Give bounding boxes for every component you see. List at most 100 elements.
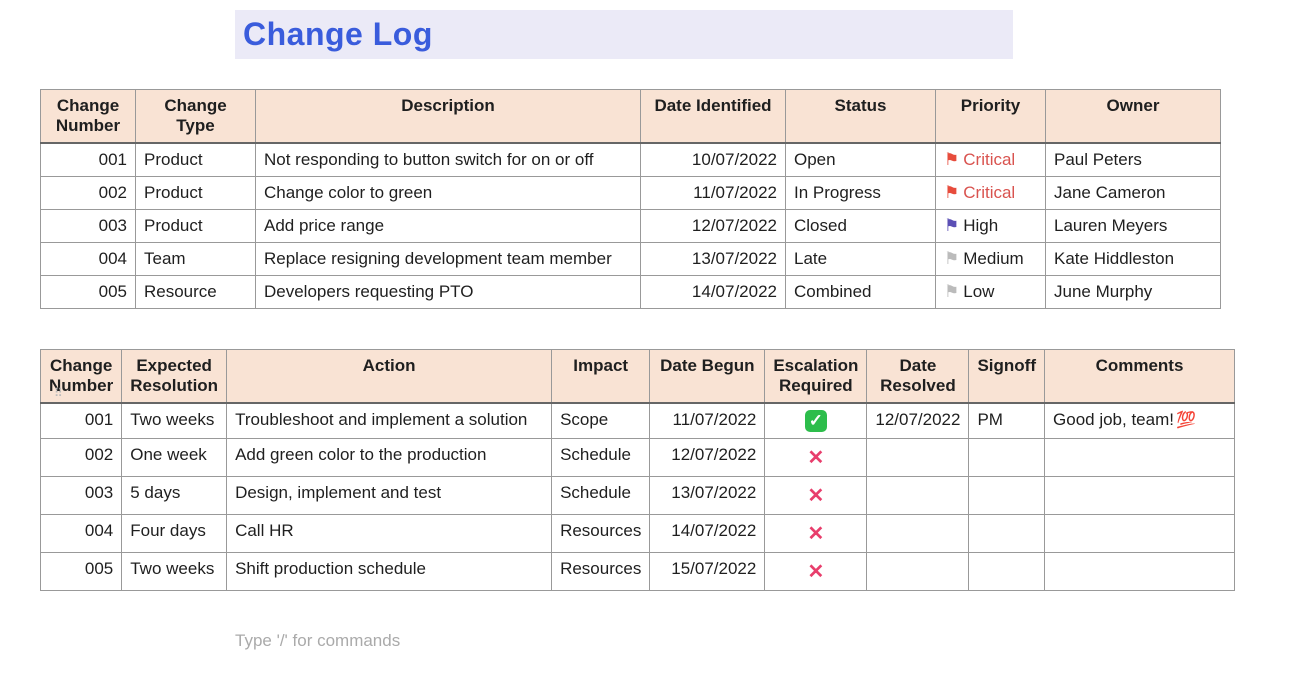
cell-date-begun: 12/07/2022 bbox=[650, 439, 765, 477]
change-log-table-2: Change Number Expected Resolution Action… bbox=[40, 349, 1235, 591]
cell-change-type: Resource bbox=[136, 276, 256, 309]
cell-escalation: ✕ bbox=[765, 553, 867, 591]
cell-change-number: 003 bbox=[41, 210, 136, 243]
cell-escalation: ✓ bbox=[765, 403, 867, 439]
cell-change-number: 004 bbox=[41, 515, 122, 553]
cell-signoff bbox=[969, 553, 1045, 591]
table-row[interactable]: 004TeamReplace resigning development tea… bbox=[41, 243, 1221, 276]
cell-expected-resolution: Two weeks bbox=[122, 553, 227, 591]
cell-signoff bbox=[969, 477, 1045, 515]
table-row[interactable]: 005Two weeksShift production scheduleRes… bbox=[41, 553, 1235, 591]
cell-priority: ⚑Critical bbox=[936, 177, 1046, 210]
cell-impact: Resources bbox=[552, 515, 650, 553]
cell-date-identified: 12/07/2022 bbox=[641, 210, 786, 243]
cell-status: Open bbox=[786, 143, 936, 177]
col-priority: Priority bbox=[936, 90, 1046, 144]
table-row[interactable]: 004Four daysCall HRResources14/07/2022✕ bbox=[41, 515, 1235, 553]
cell-change-number: 005 bbox=[41, 276, 136, 309]
table-row[interactable]: 003ProductAdd price range12/07/2022Close… bbox=[41, 210, 1221, 243]
cell-description: Not responding to button switch for on o… bbox=[256, 143, 641, 177]
cell-description: Replace resigning development team membe… bbox=[256, 243, 641, 276]
table-row[interactable]: 001Two weeksTroubleshoot and implement a… bbox=[41, 403, 1235, 439]
cell-owner: Lauren Meyers bbox=[1046, 210, 1221, 243]
cell-date-begun: 14/07/2022 bbox=[650, 515, 765, 553]
flag-icon: ⚑ bbox=[944, 249, 959, 268]
drag-handle-icon[interactable]: ⠿ bbox=[54, 386, 62, 400]
cell-change-type: Product bbox=[136, 177, 256, 210]
cell-owner: June Murphy bbox=[1046, 276, 1221, 309]
flag-icon: ⚑ bbox=[944, 150, 959, 169]
table-row[interactable]: 005ResourceDevelopers requesting PTO14/0… bbox=[41, 276, 1221, 309]
col-signoff: Signoff bbox=[969, 350, 1045, 404]
cell-comments bbox=[1045, 477, 1235, 515]
col-change-number: Change Number bbox=[41, 350, 122, 404]
table-header-row: Change Number Expected Resolution Action… bbox=[41, 350, 1235, 404]
flag-icon: ⚑ bbox=[944, 282, 959, 301]
cell-change-type: Team bbox=[136, 243, 256, 276]
col-date-begun: Date Begun bbox=[650, 350, 765, 404]
cell-change-type: Product bbox=[136, 143, 256, 177]
cell-expected-resolution: 5 days bbox=[122, 477, 227, 515]
cross-icon: ✕ bbox=[807, 447, 824, 469]
cell-date-begun: 13/07/2022 bbox=[650, 477, 765, 515]
cell-comments bbox=[1045, 515, 1235, 553]
cell-status: Closed bbox=[786, 210, 936, 243]
cell-action: Add green color to the production bbox=[227, 439, 552, 477]
cell-date-begun: 15/07/2022 bbox=[650, 553, 765, 591]
cell-status: Combined bbox=[786, 276, 936, 309]
cell-impact: Scope bbox=[552, 403, 650, 439]
col-date-resolved: Date Resolved bbox=[867, 350, 969, 404]
col-status: Status bbox=[786, 90, 936, 144]
cell-impact: Schedule bbox=[552, 439, 650, 477]
cell-date-resolved bbox=[867, 553, 969, 591]
cell-priority: ⚑Medium bbox=[936, 243, 1046, 276]
cell-description: Change color to green bbox=[256, 177, 641, 210]
cell-action: Call HR bbox=[227, 515, 552, 553]
col-escalation-required: Escalation Required bbox=[765, 350, 867, 404]
table-row[interactable]: 002One weekAdd green color to the produc… bbox=[41, 439, 1235, 477]
cross-icon: ✕ bbox=[807, 523, 824, 545]
cross-icon: ✕ bbox=[807, 485, 824, 507]
cell-date-identified: 13/07/2022 bbox=[641, 243, 786, 276]
cell-signoff: PM bbox=[969, 403, 1045, 439]
change-log-table-1: Change Number Change Type Description Da… bbox=[40, 89, 1221, 309]
check-icon: ✓ bbox=[805, 410, 827, 432]
cell-action: Troubleshoot and implement a solution bbox=[227, 403, 552, 439]
cell-status: In Progress bbox=[786, 177, 936, 210]
col-date-identified: Date Identified bbox=[641, 90, 786, 144]
cell-escalation: ✕ bbox=[765, 439, 867, 477]
cell-date-identified: 10/07/2022 bbox=[641, 143, 786, 177]
cell-signoff bbox=[969, 439, 1045, 477]
cell-signoff bbox=[969, 515, 1045, 553]
cell-date-identified: 11/07/2022 bbox=[641, 177, 786, 210]
col-impact: Impact bbox=[552, 350, 650, 404]
table-row[interactable]: 002ProductChange color to green11/07/202… bbox=[41, 177, 1221, 210]
page-title: Change Log bbox=[235, 10, 1013, 59]
slash-command-input[interactable] bbox=[235, 631, 635, 651]
cell-comments bbox=[1045, 439, 1235, 477]
cell-owner: Paul Peters bbox=[1046, 143, 1221, 177]
cell-owner: Kate Hiddleston bbox=[1046, 243, 1221, 276]
cell-change-number: 001 bbox=[41, 403, 122, 439]
cell-change-number: 004 bbox=[41, 243, 136, 276]
col-owner: Owner bbox=[1046, 90, 1221, 144]
col-expected-resolution: Expected Resolution bbox=[122, 350, 227, 404]
table-row[interactable]: 0035 daysDesign, implement and testSched… bbox=[41, 477, 1235, 515]
cross-icon: ✕ bbox=[807, 561, 824, 583]
cell-escalation: ✕ bbox=[765, 477, 867, 515]
cell-impact: Schedule bbox=[552, 477, 650, 515]
cell-change-number: 002 bbox=[41, 439, 122, 477]
cell-date-resolved bbox=[867, 439, 969, 477]
cell-expected-resolution: Two weeks bbox=[122, 403, 227, 439]
table-row[interactable]: 001ProductNot responding to button switc… bbox=[41, 143, 1221, 177]
page-title-container: Change Log bbox=[235, 10, 1253, 59]
col-description: Description bbox=[256, 90, 641, 144]
cell-expected-resolution: One week bbox=[122, 439, 227, 477]
col-change-number: Change Number bbox=[41, 90, 136, 144]
cell-status: Late bbox=[786, 243, 936, 276]
cell-priority: ⚑High bbox=[936, 210, 1046, 243]
hundred-emoji-icon: 💯 bbox=[1176, 412, 1196, 429]
cell-change-number: 005 bbox=[41, 553, 122, 591]
cell-owner: Jane Cameron bbox=[1046, 177, 1221, 210]
cell-date-identified: 14/07/2022 bbox=[641, 276, 786, 309]
